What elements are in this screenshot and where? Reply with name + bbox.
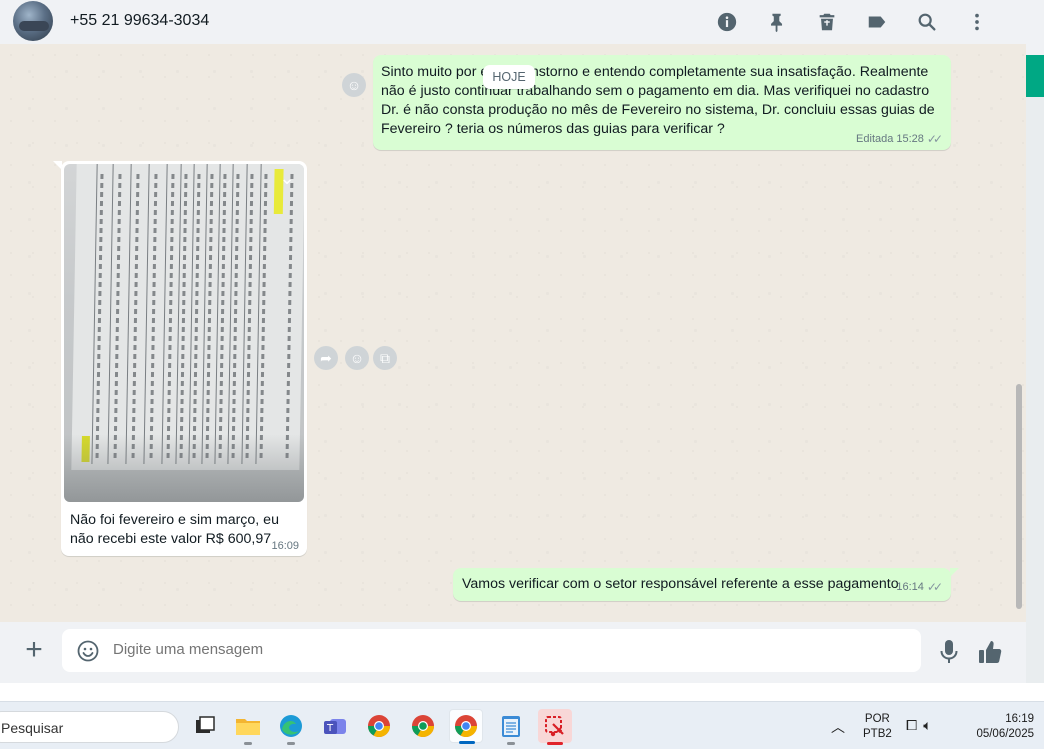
keyboard-layout: PTB2 (863, 728, 892, 740)
header-actions (702, 0, 1002, 44)
chrome-profile-icon[interactable] (362, 709, 396, 743)
message-text: Vamos verificar com o setor responsável … (462, 576, 899, 592)
tray-chevron-up-icon[interactable]: ︿ (831, 717, 845, 737)
message-time: 16:14 (896, 581, 924, 593)
taskbar-active-indicator (547, 742, 563, 745)
clock-date: 05/06/2025 (976, 728, 1034, 740)
taskbar-search[interactable]: Pesquisar (0, 711, 179, 743)
message-input[interactable] (113, 641, 893, 658)
notepad-icon[interactable] (494, 709, 528, 745)
system-tray: ⧠ 🔈︎ (906, 717, 932, 734)
network-icon[interactable]: ⧠ (906, 717, 917, 734)
message-meta: 16:09 (271, 540, 299, 552)
emoji-react-icon[interactable]: ☺ (342, 73, 366, 97)
snipping-tool-icon[interactable] (538, 709, 572, 745)
teams-icon[interactable]: T (318, 709, 352, 743)
message-edited-label: Editada (856, 133, 894, 145)
chrome-browser-icon[interactable] (449, 709, 483, 744)
message-meta: 16:14 ✓✓ (896, 580, 943, 594)
windows-taskbar: Pesquisar T ︿ POR PTB2 ⧠ 🔈︎ 16:19 05/06/… (0, 701, 1044, 749)
read-receipt-icon: ✓✓ (926, 580, 943, 594)
chevron-down-icon[interactable]: ⌄ (276, 168, 298, 190)
delete-icon[interactable] (802, 0, 852, 44)
edge-browser-icon[interactable] (274, 709, 308, 745)
search-icon[interactable] (902, 0, 952, 44)
date-separator: HOJE (483, 65, 535, 89)
read-receipt-icon: ✓✓ (926, 132, 943, 146)
side-panel-top (1026, 0, 1044, 55)
language-code: POR (864, 713, 890, 725)
message-input-box[interactable] (62, 629, 921, 672)
document-image (71, 164, 304, 470)
clock-time: 16:19 (1005, 713, 1034, 725)
copy-icon[interactable]: ⧉ (373, 346, 397, 370)
thumbs-up-icon[interactable] (976, 638, 1004, 666)
forward-icon[interactable]: ➦ (314, 346, 338, 370)
taskbar-indicator (287, 742, 295, 745)
window-bottom-edge (0, 683, 1044, 701)
chat-scrollbar[interactable] (1016, 384, 1022, 609)
pin-icon[interactable] (752, 0, 802, 44)
accent-bar (1026, 55, 1044, 97)
message-text: Sinto muito por esse transtorno e entend… (381, 64, 935, 137)
label-icon[interactable] (852, 0, 902, 44)
chat-header: +55 21 99634-3034 (0, 0, 1026, 44)
taskbar-indicator (507, 742, 515, 745)
svg-text:T: T (326, 723, 334, 734)
file-explorer-icon[interactable] (231, 709, 265, 745)
taskbar-search-label: Pesquisar (1, 720, 64, 736)
message-composer: + (0, 622, 1026, 683)
contact-avatar[interactable] (13, 1, 53, 41)
microphone-icon[interactable] (937, 638, 961, 666)
conversation-panel[interactable]: ☺ Sinto muito por esse transtorno e ente… (0, 44, 1026, 622)
image-caption: Não foi fevereiro e sim março, eu não re… (70, 512, 279, 547)
chrome-profile-icon[interactable] (406, 709, 440, 743)
emoji-react-icon[interactable]: ☺ (345, 346, 369, 370)
contact-name[interactable]: +55 21 99634-3034 (70, 12, 209, 30)
message-photo[interactable]: ⌄ (64, 164, 304, 502)
volume-icon[interactable]: 🔈︎ (923, 717, 931, 734)
sticker-icon[interactable] (76, 639, 100, 663)
side-panel-edge (1026, 0, 1044, 683)
message-outgoing[interactable]: Sinto muito por esse transtorno e entend… (373, 55, 951, 150)
menu-icon[interactable] (952, 0, 1002, 44)
message-outgoing[interactable]: Vamos verificar com o setor responsável … (453, 568, 951, 601)
message-time: 16:09 (271, 540, 299, 552)
attach-plus-icon[interactable]: + (20, 635, 48, 665)
message-time: 15:28 (896, 133, 924, 145)
taskbar-clock[interactable]: 16:19 05/06/2025 (958, 712, 1034, 742)
bubble-tail (950, 568, 959, 577)
taskbar-active-indicator (459, 741, 475, 744)
message-meta: Editada 15:28 ✓✓ (856, 132, 943, 146)
info-icon[interactable] (702, 0, 752, 44)
task-view-icon[interactable] (188, 709, 222, 743)
taskbar-indicator (244, 742, 252, 745)
message-incoming-image[interactable]: ⌄ Não foi fevereiro e sim março, eu não … (61, 161, 307, 556)
input-language[interactable]: POR PTB2 (863, 712, 892, 742)
